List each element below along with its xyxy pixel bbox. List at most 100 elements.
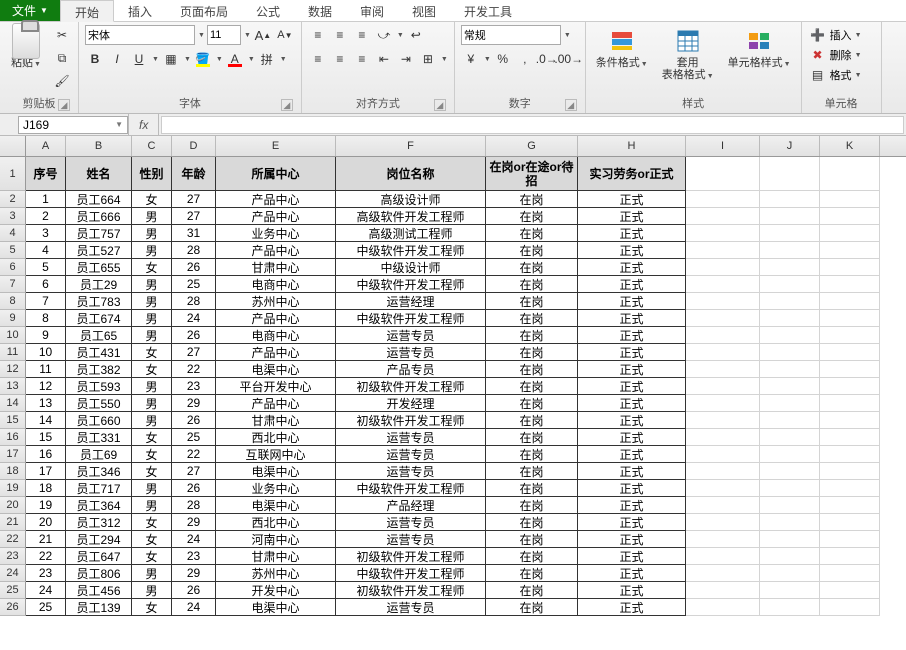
cell[interactable]: 员工660 xyxy=(66,412,132,429)
cell[interactable]: 在岗 xyxy=(486,582,578,599)
cell[interactable] xyxy=(820,395,880,412)
cell[interactable]: 高级设计师 xyxy=(336,191,486,208)
cell[interactable]: 在岗 xyxy=(486,497,578,514)
phonetic-button[interactable]: 拼 xyxy=(257,49,277,69)
cell[interactable]: 7 xyxy=(26,293,66,310)
cell[interactable]: 在岗 xyxy=(486,565,578,582)
cell[interactable]: 员工664 xyxy=(66,191,132,208)
align-bottom-button[interactable]: ≡ xyxy=(352,25,372,45)
row-header[interactable]: 8 xyxy=(0,293,26,310)
cell[interactable]: 男 xyxy=(132,412,172,429)
cell[interactable] xyxy=(820,208,880,225)
fill-color-button[interactable]: 🪣 xyxy=(193,49,213,69)
cell[interactable]: 男 xyxy=(132,582,172,599)
cell[interactable]: 员工550 xyxy=(66,395,132,412)
paste-button[interactable]: 粘贴▼ xyxy=(6,25,46,73)
cell[interactable]: 男 xyxy=(132,310,172,327)
cell[interactable] xyxy=(686,497,760,514)
row-header[interactable]: 15 xyxy=(0,412,26,429)
cell[interactable]: 在岗 xyxy=(486,531,578,548)
cell[interactable]: 在岗 xyxy=(486,242,578,259)
formula-input[interactable] xyxy=(161,116,904,134)
copy-button[interactable]: ⧉ xyxy=(52,48,72,68)
cell[interactable]: 男 xyxy=(132,565,172,582)
cell[interactable] xyxy=(760,497,820,514)
cell[interactable]: 正式 xyxy=(578,548,686,565)
cell[interactable] xyxy=(686,361,760,378)
percent-format-button[interactable]: % xyxy=(493,49,513,69)
format-cells-button[interactable]: ▤格式▼ xyxy=(808,65,862,85)
cell[interactable]: 正式 xyxy=(578,327,686,344)
row-header[interactable]: 16 xyxy=(0,429,26,446)
cell[interactable]: 产品经理 xyxy=(336,497,486,514)
cell[interactable]: 甘肃中心 xyxy=(216,548,336,565)
cell[interactable] xyxy=(820,531,880,548)
cell[interactable]: 在岗 xyxy=(486,310,578,327)
cell[interactable]: 女 xyxy=(132,361,172,378)
cell[interactable] xyxy=(760,446,820,463)
cell[interactable]: 正式 xyxy=(578,395,686,412)
cell[interactable]: 女 xyxy=(132,463,172,480)
cell[interactable] xyxy=(760,412,820,429)
fx-icon[interactable]: fx xyxy=(128,114,159,135)
cell[interactable] xyxy=(760,548,820,565)
number-format-select[interactable] xyxy=(461,25,561,45)
cell[interactable] xyxy=(760,463,820,480)
cell[interactable]: 初级软件开发工程师 xyxy=(336,548,486,565)
cell[interactable] xyxy=(760,242,820,259)
cell[interactable]: 女 xyxy=(132,514,172,531)
cell[interactable] xyxy=(760,327,820,344)
cell[interactable]: 所属中心 xyxy=(216,157,336,191)
cell[interactable]: 运营专员 xyxy=(336,344,486,361)
cell[interactable] xyxy=(686,208,760,225)
row-header[interactable]: 19 xyxy=(0,480,26,497)
cell[interactable]: 苏州中心 xyxy=(216,293,336,310)
cell[interactable]: 男 xyxy=(132,395,172,412)
align-left-button[interactable]: ≡ xyxy=(308,49,328,69)
cell[interactable]: 在岗 xyxy=(486,293,578,310)
cell[interactable] xyxy=(760,259,820,276)
cell[interactable]: 开发经理 xyxy=(336,395,486,412)
cell[interactable] xyxy=(820,429,880,446)
column-header[interactable]: B xyxy=(66,136,132,156)
cell[interactable]: 25 xyxy=(172,429,216,446)
font-color-button[interactable]: A xyxy=(225,49,245,69)
menu-tab-0[interactable]: 开始 xyxy=(60,0,114,22)
column-header[interactable]: C xyxy=(132,136,172,156)
cell[interactable]: 29 xyxy=(172,565,216,582)
cell[interactable]: 西北中心 xyxy=(216,514,336,531)
cell[interactable] xyxy=(760,599,820,616)
cell[interactable]: 在岗 xyxy=(486,395,578,412)
cell[interactable]: 18 xyxy=(26,480,66,497)
cell[interactable] xyxy=(820,548,880,565)
menu-tab-6[interactable]: 视图 xyxy=(398,0,450,21)
cell[interactable]: 在岗 xyxy=(486,361,578,378)
row-header[interactable]: 20 xyxy=(0,497,26,514)
cell[interactable]: 19 xyxy=(26,497,66,514)
cell[interactable] xyxy=(820,310,880,327)
cell[interactable]: 运营专员 xyxy=(336,531,486,548)
cell[interactable]: 电渠中心 xyxy=(216,599,336,616)
cell[interactable] xyxy=(760,582,820,599)
cell[interactable] xyxy=(686,344,760,361)
cell[interactable]: 运营专员 xyxy=(336,327,486,344)
cell[interactable]: 26 xyxy=(172,480,216,497)
cell[interactable]: 初级软件开发工程师 xyxy=(336,582,486,599)
cell[interactable]: 在岗 xyxy=(486,378,578,395)
row-header[interactable]: 17 xyxy=(0,446,26,463)
cell[interactable]: 正式 xyxy=(578,599,686,616)
name-box[interactable]: J169 ▼ xyxy=(18,116,128,134)
increase-indent-button[interactable]: ⇥ xyxy=(396,49,416,69)
cell[interactable]: 26 xyxy=(172,412,216,429)
cell[interactable]: 员工593 xyxy=(66,378,132,395)
cell[interactable] xyxy=(760,225,820,242)
cell[interactable]: 实习劳务or正式 xyxy=(578,157,686,191)
cell[interactable]: 在岗 xyxy=(486,463,578,480)
cell[interactable] xyxy=(760,395,820,412)
cell[interactable]: 在岗or在途or待招 xyxy=(486,157,578,191)
cell[interactable]: 开发中心 xyxy=(216,582,336,599)
cell[interactable] xyxy=(686,599,760,616)
cell[interactable]: 16 xyxy=(26,446,66,463)
cell[interactable] xyxy=(820,446,880,463)
increase-font-button[interactable]: A▲ xyxy=(253,25,273,45)
